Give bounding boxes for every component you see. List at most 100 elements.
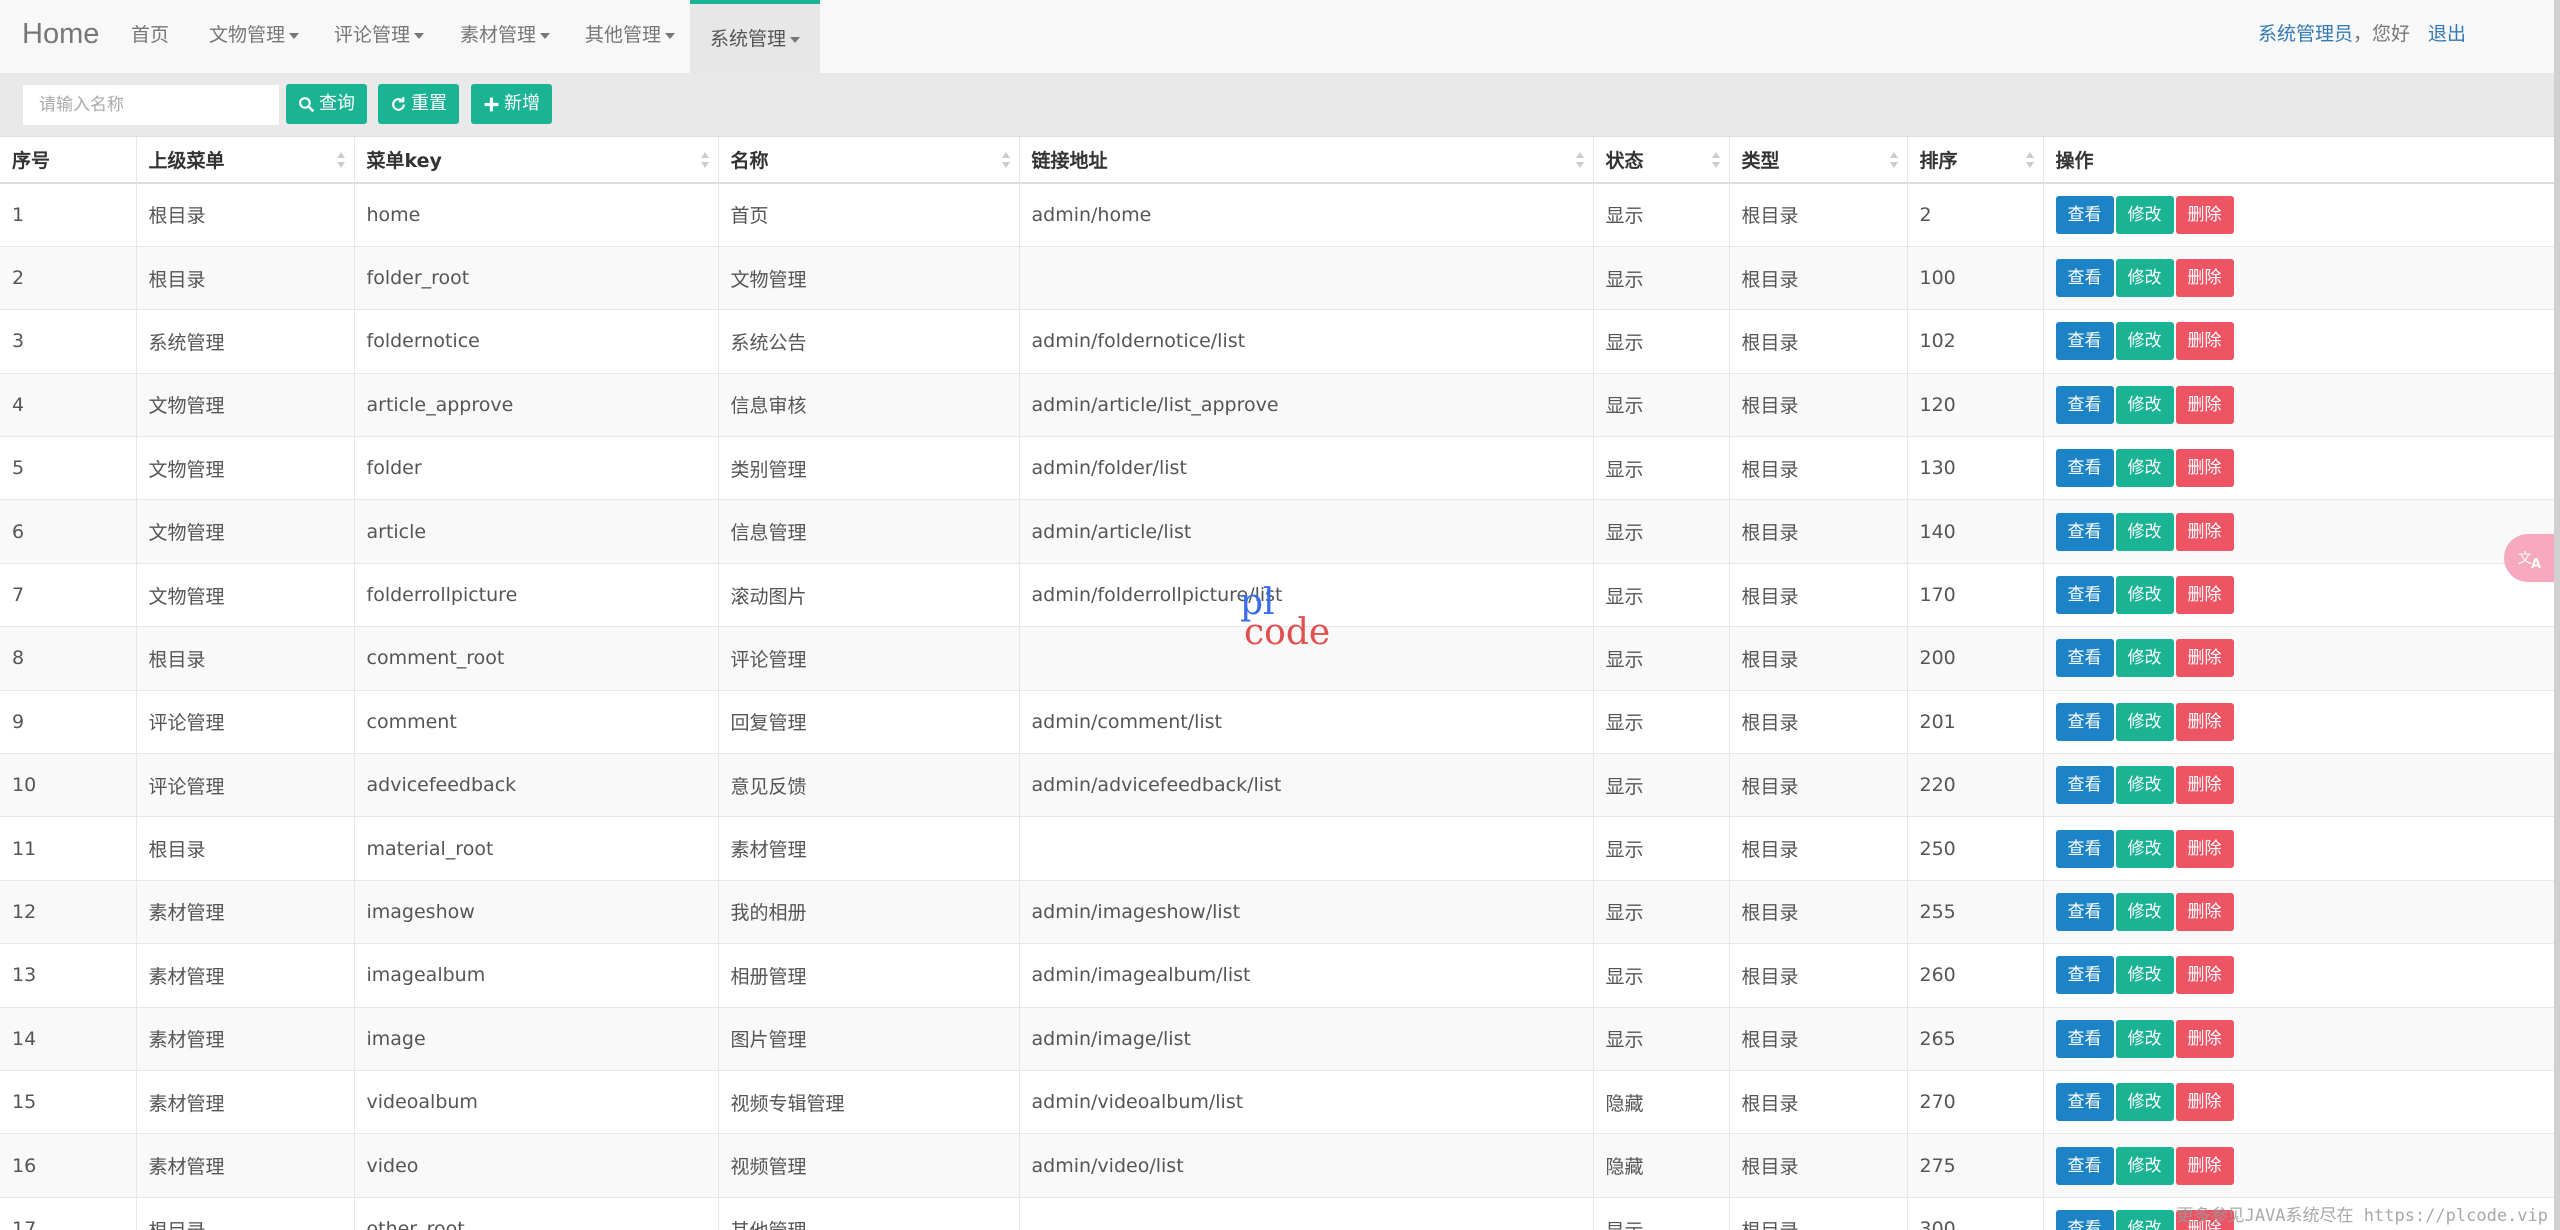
delete-button[interactable]: 删除 xyxy=(2175,322,2234,361)
edit-button[interactable]: 修改 xyxy=(2115,639,2174,678)
cell-col-status: 显示 xyxy=(1593,562,1730,627)
header-col-menu-key[interactable]: 菜单key xyxy=(354,137,719,184)
cell-col-index: 8 xyxy=(0,626,137,691)
view-button[interactable]: 查看 xyxy=(2055,1019,2114,1058)
cell-col-name: 视频管理 xyxy=(718,1133,1020,1198)
edit-button[interactable]: 修改 xyxy=(2115,512,2174,551)
cell-actions: 查看 修改 删除 xyxy=(2043,182,2556,247)
view-button[interactable]: 查看 xyxy=(2055,829,2114,868)
edit-button[interactable]: 修改 xyxy=(2115,322,2174,361)
view-button[interactable]: 查看 xyxy=(2055,449,2114,488)
delete-button[interactable]: 删除 xyxy=(2175,195,2234,234)
delete-button[interactable]: 删除 xyxy=(2175,576,2234,615)
header-col-status[interactable]: 状态 xyxy=(1593,137,1730,184)
edit-button[interactable]: 修改 xyxy=(2115,1083,2174,1122)
brand-home-link[interactable]: Home xyxy=(22,18,99,51)
delete-button[interactable]: 删除 xyxy=(2175,956,2234,995)
edit-button[interactable]: 修改 xyxy=(2115,702,2174,741)
view-button[interactable]: 查看 xyxy=(2055,322,2114,361)
header-col-link[interactable]: 链接地址 xyxy=(1019,137,1594,184)
nav-item-comments[interactable]: 评论管理 xyxy=(334,0,425,74)
view-button[interactable]: 查看 xyxy=(2055,956,2114,995)
cell-col-order: 100 xyxy=(1907,245,2044,310)
cell-col-status: 显示 xyxy=(1593,626,1730,691)
reset-button[interactable]: 重置 xyxy=(378,84,459,124)
delete-button[interactable]: 删除 xyxy=(2175,1083,2234,1122)
cell-col-name: 文物管理 xyxy=(718,245,1020,310)
cell-col-type: 根目录 xyxy=(1729,626,1908,691)
edit-button[interactable]: 修改 xyxy=(2115,259,2174,298)
delete-button[interactable]: 删除 xyxy=(2175,385,2234,424)
view-button[interactable]: 查看 xyxy=(2055,892,2114,931)
cell-col-link xyxy=(1019,816,1594,881)
header-col-order[interactable]: 排序 xyxy=(1907,137,2044,184)
svg-text:文: 文 xyxy=(2518,551,2532,567)
header-col-type[interactable]: 类型 xyxy=(1729,137,1908,184)
edit-button[interactable]: 修改 xyxy=(2115,576,2174,615)
cell-col-type: 根目录 xyxy=(1729,245,1908,310)
user-name-link[interactable]: 系统管理员 xyxy=(2258,23,2353,45)
view-button[interactable]: 查看 xyxy=(2055,1146,2114,1185)
cell-col-order: 265 xyxy=(1907,1006,2044,1071)
table-row: 17根目录other_root其他管理显示根目录300查看修改删除 xyxy=(0,1196,2556,1230)
delete-button[interactable]: 删除 xyxy=(2175,639,2234,678)
delete-button[interactable]: 删除 xyxy=(2175,1146,2234,1185)
sort-arrows-icon xyxy=(1711,152,1720,168)
edit-button[interactable]: 修改 xyxy=(2115,1146,2174,1185)
edit-button[interactable]: 修改 xyxy=(2115,829,2174,868)
view-button[interactable]: 查看 xyxy=(2055,512,2114,551)
delete-button[interactable]: 删除 xyxy=(2175,259,2234,298)
view-button[interactable]: 查看 xyxy=(2055,639,2114,678)
table-row: 13 素材管理 imagealbum 相册管理 admin/imagealbum/lis… xyxy=(0,943,2556,1008)
edit-button[interactable]: 修改 xyxy=(2115,449,2174,488)
view-button[interactable]: 查看 xyxy=(2055,385,2114,424)
nav-item-system[interactable]: 系统管理 xyxy=(690,0,821,75)
view-button[interactable]: 查看 xyxy=(2055,1083,2114,1122)
nav-item-materials[interactable]: 素材管理 xyxy=(460,0,551,74)
delete-button[interactable]: 删除 xyxy=(2175,892,2234,931)
greeting-text: ，您好 xyxy=(2352,23,2410,45)
edit-button[interactable]: 修改 xyxy=(2115,195,2174,234)
logout-link[interactable]: 退出 xyxy=(2428,23,2466,45)
cell-col-parent-menu: 根目录 xyxy=(136,182,355,247)
delete-button[interactable]: 删除 xyxy=(2175,1019,2234,1058)
edit-button[interactable]: 修改 xyxy=(2115,1210,2174,1230)
nav-item-others[interactable]: 其他管理 xyxy=(585,0,676,74)
edit-button[interactable]: 修改 xyxy=(2115,1019,2174,1058)
add-button[interactable]: 新增 xyxy=(471,84,552,124)
delete-button[interactable]: 删除 xyxy=(2175,512,2234,551)
nav-item-home[interactable]: 首页 xyxy=(131,0,169,74)
edit-button[interactable]: 修改 xyxy=(2115,892,2174,931)
table-row: 14 素材管理 image 图片管理 admin/image/list 显示 根目录 265 查… xyxy=(0,1006,2556,1071)
sort-arrows-icon xyxy=(1575,152,1584,168)
delete-button[interactable]: 删除 xyxy=(2175,829,2234,868)
view-button[interactable]: 查看 xyxy=(2055,1210,2114,1230)
cell-col-order: 220 xyxy=(1907,753,2044,817)
edit-button[interactable]: 修改 xyxy=(2115,956,2174,995)
delete-button[interactable]: 删除 xyxy=(2175,449,2234,488)
page-scrollbar[interactable] xyxy=(2554,0,2560,1230)
edit-button[interactable]: 修改 xyxy=(2115,385,2174,424)
delete-button[interactable]: 删除 xyxy=(2175,766,2234,805)
view-button[interactable]: 查看 xyxy=(2055,195,2114,234)
name-search-input[interactable] xyxy=(22,84,280,126)
nav-item-relics[interactable]: 文物管理 xyxy=(209,0,300,74)
translate-icon: 文A xyxy=(2518,551,2541,570)
header-col-name[interactable]: 名称 xyxy=(718,137,1020,184)
view-button[interactable]: 查看 xyxy=(2055,766,2114,805)
cell-col-name: 相册管理 xyxy=(718,943,1020,1008)
header-col-parent-menu[interactable]: 上级菜单 xyxy=(136,137,355,184)
cell-col-type: 根目录 xyxy=(1729,816,1908,881)
delete-button[interactable]: 删除 xyxy=(2175,702,2234,741)
view-button[interactable]: 查看 xyxy=(2055,702,2114,741)
query-button[interactable]: 查询 xyxy=(286,84,367,124)
sort-arrows-icon xyxy=(336,152,345,168)
cell-col-type: 根目录 xyxy=(1729,689,1908,754)
edit-button[interactable]: 修改 xyxy=(2115,766,2174,805)
translate-floating-button[interactable]: 文A xyxy=(2504,534,2560,582)
cell-actions: 查看 修改 删除 xyxy=(2043,689,2556,754)
cell-col-status: 显示 xyxy=(1593,372,1730,437)
cell-col-type: 根目录 xyxy=(1729,1006,1908,1071)
view-button[interactable]: 查看 xyxy=(2055,259,2114,298)
view-button[interactable]: 查看 xyxy=(2055,576,2114,615)
